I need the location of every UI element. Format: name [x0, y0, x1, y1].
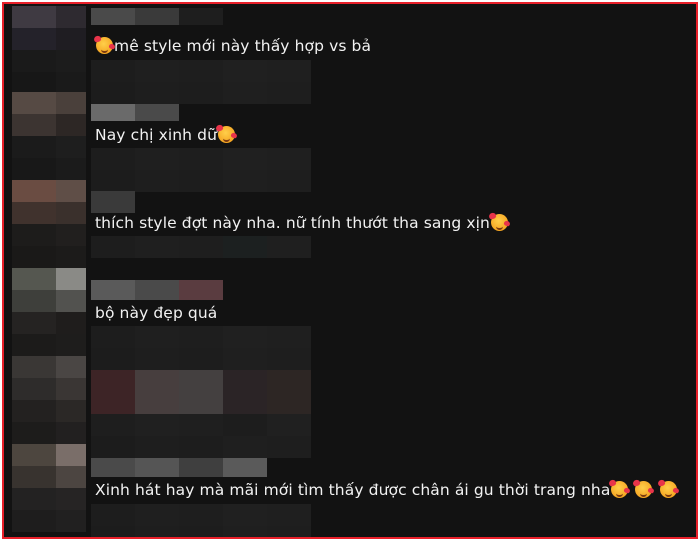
avatar-column [12, 4, 86, 537]
avatar-placeholder [12, 136, 86, 180]
smiling-face-with-hearts-icon [490, 214, 508, 231]
avatar-placeholder [12, 488, 86, 532]
blurred-block [91, 326, 311, 370]
smiling-face-with-hearts-icon [635, 481, 653, 498]
username-redacted [91, 458, 267, 477]
comment-text: bộ này đẹp quá [95, 304, 218, 322]
blurred-block [91, 236, 311, 258]
username-redacted [91, 104, 179, 121]
smiling-face-with-hearts-icon [96, 37, 113, 54]
avatar-placeholder [12, 400, 86, 444]
avatar[interactable] [12, 180, 86, 224]
avatar-placeholder [12, 224, 86, 268]
username-redacted [91, 191, 135, 213]
smiling-face-with-hearts-icon [659, 481, 677, 498]
blurred-block [91, 504, 311, 537]
username-redacted [91, 8, 223, 25]
avatar[interactable] [12, 444, 86, 488]
username-redacted [91, 280, 223, 300]
blurred-image [91, 370, 311, 414]
blurred-block [91, 60, 311, 104]
comment-text: mê style mới này thấy hợp vs bả [95, 36, 371, 56]
blurred-block [91, 148, 311, 192]
comment-text: thích style đợt này nha. nữ tính thướt t… [95, 213, 509, 233]
comment-text: Xinh hát hay mà mãi mới tìm thấy được ch… [95, 480, 678, 500]
avatar[interactable] [12, 92, 86, 136]
avatar[interactable] [12, 356, 86, 400]
avatar[interactable] [12, 268, 86, 312]
avatar-placeholder [12, 312, 86, 356]
avatar[interactable] [12, 6, 86, 50]
comment-text: Nay chị xinh dữ [95, 125, 236, 145]
comment-panel: mê style mới này thấy hợp vs bả Nay chị … [2, 2, 698, 539]
smiling-face-with-hearts-icon [218, 126, 235, 143]
avatar-placeholder [12, 50, 86, 94]
blurred-block [91, 414, 311, 458]
smiling-face-with-hearts-icon [611, 481, 629, 498]
